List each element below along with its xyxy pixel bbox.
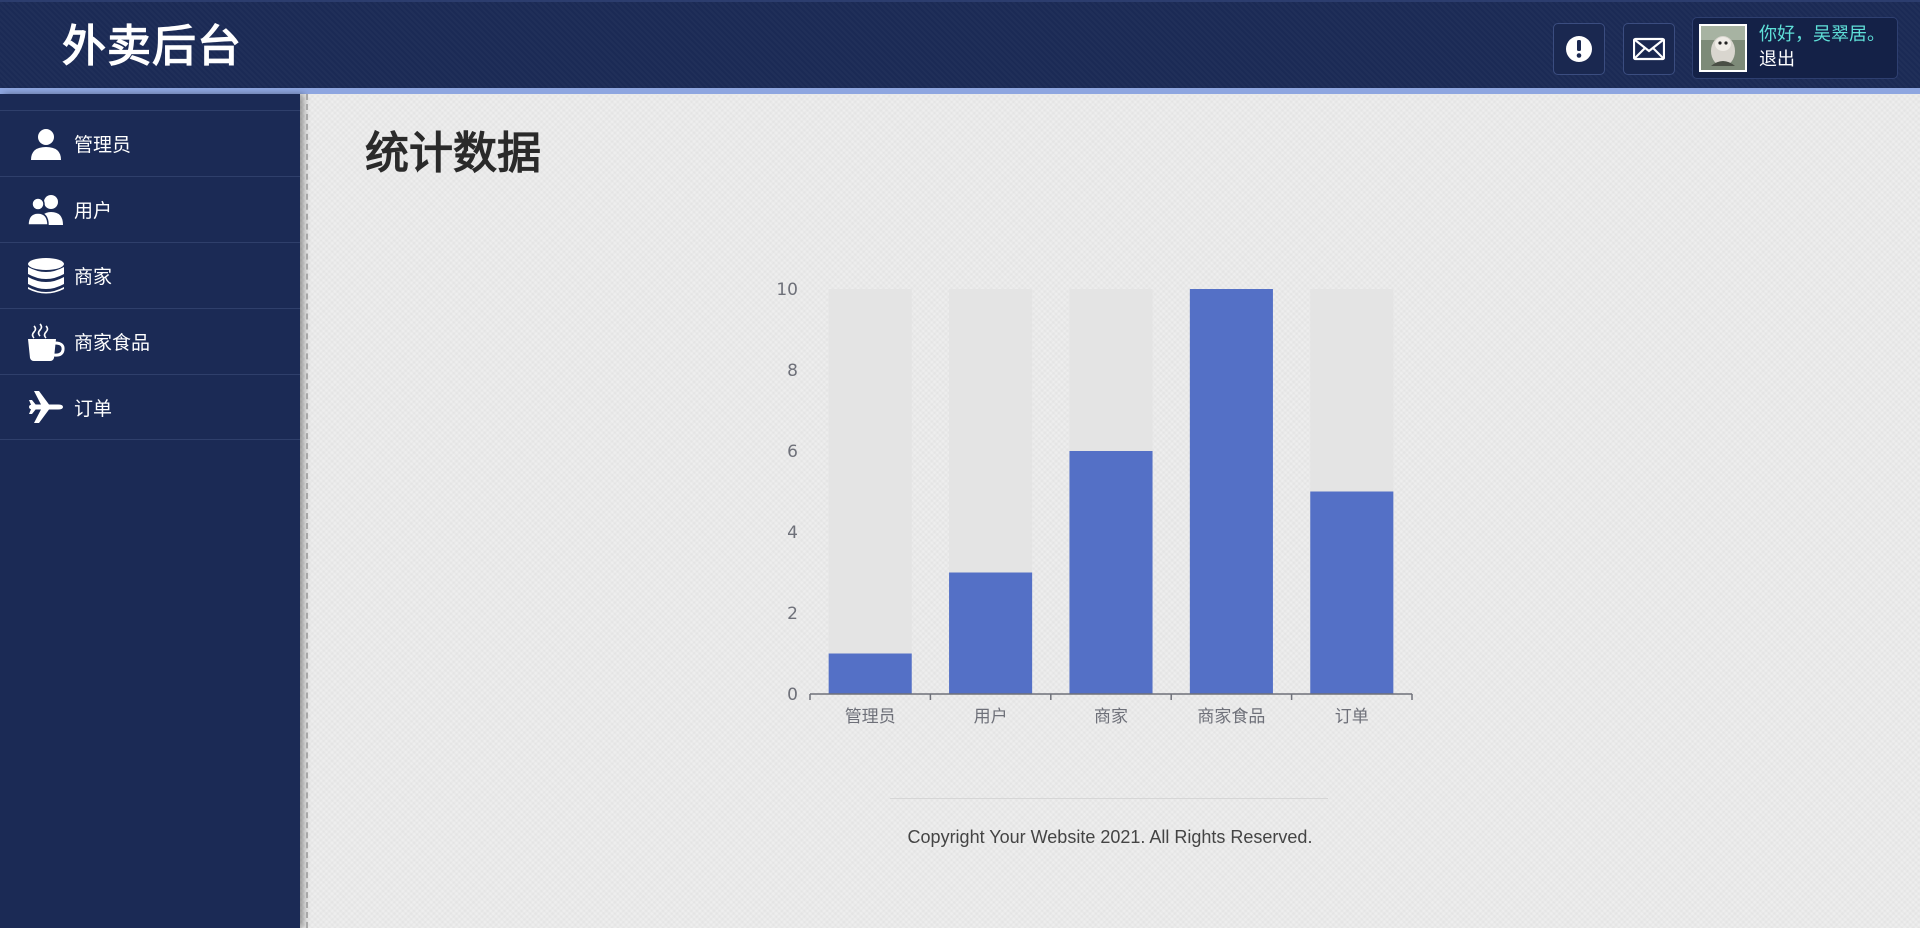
user-panel: 你好，吴翠居。 退出 <box>1692 17 1898 79</box>
y-tick-label: 8 <box>787 361 798 381</box>
bar <box>1189 289 1273 694</box>
y-tick-label: 2 <box>787 604 798 624</box>
brand-title: 外卖后台 <box>62 21 242 72</box>
x-category-label: 管理员 <box>845 707 896 727</box>
sidebar-item-label: 商家食品 <box>74 332 151 354</box>
coffee-cup-icon <box>24 320 68 364</box>
x-category-label: 用户 <box>974 707 1008 727</box>
avatar[interactable] <box>1699 24 1747 72</box>
x-category-label: 商家食品 <box>1197 707 1265 727</box>
users-icon <box>24 188 68 232</box>
x-category-label: 商家 <box>1094 707 1128 727</box>
top-header: 外卖后台 你好，吴翠居。 退出 <box>0 0 1920 88</box>
sidebar-item-label: 用户 <box>74 200 113 222</box>
footer-divider <box>890 798 1328 799</box>
bar <box>828 653 912 694</box>
database-icon <box>24 254 68 298</box>
sidebar-item-merchant-food[interactable]: 商家食品 <box>0 308 300 374</box>
sidebar-item-label: 商家 <box>74 266 113 288</box>
footer-copyright: Copyright Your Website 2021. All Rights … <box>907 827 1313 847</box>
y-tick-label: 0 <box>787 685 798 705</box>
mail-button[interactable] <box>1623 23 1675 75</box>
x-category-label: 订单 <box>1335 707 1369 727</box>
statistics-bar-chart: 0 2 4 6 8 10 管理员 用户 商家 商家食品 订单 <box>776 280 1413 727</box>
logout-link[interactable]: 退出 <box>1759 48 1795 72</box>
bar <box>1069 451 1153 694</box>
sidebar-item-label: 管理员 <box>74 134 132 156</box>
alert-icon <box>1566 36 1592 62</box>
sidebar-item-admin[interactable]: 管理员 <box>0 110 300 176</box>
sidebar-item-users[interactable]: 用户 <box>0 176 300 242</box>
sidebar-item-orders[interactable]: 订单 <box>0 374 300 440</box>
y-tick-label: 4 <box>787 523 798 543</box>
y-tick-label: 10 <box>776 280 798 300</box>
mail-icon <box>1633 37 1665 61</box>
sidebar-divider <box>306 94 308 928</box>
sidebar-item-label: 订单 <box>74 397 113 420</box>
bar <box>1310 491 1394 694</box>
sidebar-item-merchants[interactable]: 商家 <box>0 242 300 308</box>
y-tick-label: 6 <box>787 442 798 462</box>
airplane-icon <box>24 385 68 429</box>
sidebar: 管理员 用户 商家 商家食品 订单 <box>0 94 300 928</box>
admin-user-icon <box>24 122 68 166</box>
bar-background <box>828 289 912 694</box>
alert-button[interactable] <box>1553 23 1605 75</box>
page-title: 统计数据 <box>365 128 541 179</box>
bar <box>949 572 1033 694</box>
user-greeting: 你好，吴翠居。 <box>1759 24 1885 45</box>
sidebar-nav: 管理员 用户 商家 商家食品 订单 <box>0 110 300 440</box>
